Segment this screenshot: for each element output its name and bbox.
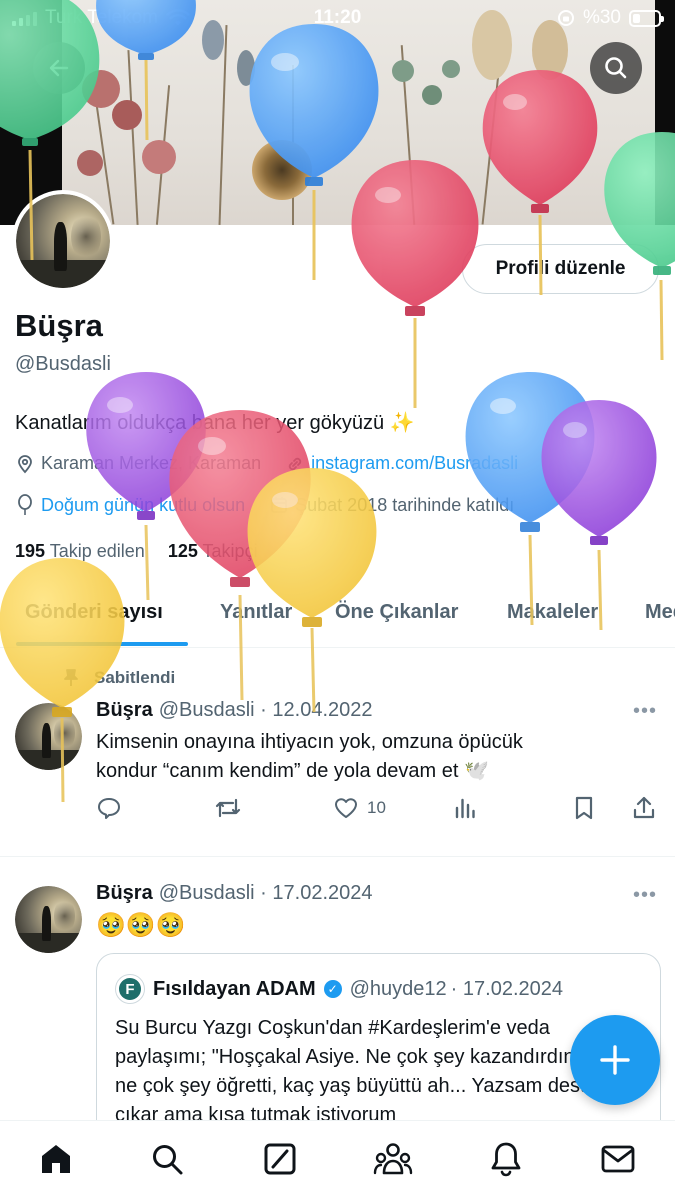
bookmark-button[interactable] — [572, 795, 596, 821]
profile-avatar[interactable] — [12, 190, 114, 292]
post-header: Büşra @Busdasli · 12.04.2022 — [96, 699, 373, 722]
profile-bio: Kanatlarım oldukça bana her yer gökyüzü … — [15, 412, 415, 434]
home-icon — [42, 1145, 70, 1173]
post-actions: 10 — [96, 795, 661, 825]
edit-profile-button[interactable]: Profili düzenle — [462, 244, 659, 294]
more-options-icon[interactable]: ••• — [633, 884, 657, 907]
quote-date: · 17.02.2024 — [450, 977, 563, 1000]
post-text-line: kondur “canım kendim” de yola devam et 🕊… — [96, 760, 489, 782]
tab-posts[interactable]: Gönderi sayısı — [25, 601, 163, 624]
compose-button[interactable] — [570, 1015, 660, 1105]
following-count: 195 — [15, 541, 46, 561]
location-icon — [18, 454, 32, 473]
post-date: · 17.02.2024 — [260, 882, 373, 904]
avatar: F — [115, 974, 145, 1004]
post-handle: @Busdasli — [158, 882, 255, 904]
nav-home[interactable] — [36, 1139, 76, 1179]
nav-communities[interactable] — [373, 1139, 413, 1179]
battery-percent: %30 — [582, 7, 621, 28]
followers-count: 125 — [167, 541, 198, 561]
share-button[interactable] — [631, 795, 657, 821]
share-icon — [633, 796, 655, 819]
profile-name: Büşra — [15, 308, 103, 343]
profile-meta-row: Karaman Merkez, Karaman instagram.com/Bu… — [15, 453, 518, 474]
messages-icon — [601, 1145, 635, 1173]
profile-joined: Şubat 2018 tarihinde katıldı — [295, 494, 515, 515]
battery-icon — [629, 9, 664, 27]
plus-icon — [600, 1045, 630, 1075]
like-button[interactable]: 10 — [333, 795, 386, 821]
nav-search[interactable] — [147, 1139, 187, 1179]
more-options-icon[interactable]: ••• — [633, 700, 657, 723]
tab-replies[interactable]: Yanıtlar — [220, 601, 292, 624]
quote-handle: @huyde12 — [349, 977, 447, 1000]
repost-icon — [215, 798, 241, 818]
quote-text: Su Burcu Yazgı Coşkun'dan #Kardeşlerim'e… — [115, 1017, 631, 1126]
communities-icon — [373, 1143, 413, 1175]
bottom-navigation — [0, 1120, 675, 1200]
search-icon — [605, 57, 627, 79]
tab-highlights[interactable]: Öne Çıkanlar — [335, 601, 458, 624]
status-bar: Turk Telekom 11:20 %30 — [0, 0, 675, 36]
profile-location: Karaman Merkez, Karaman — [41, 453, 262, 473]
nav-messages[interactable] — [598, 1139, 638, 1179]
post-author[interactable]: Büşra — [96, 699, 153, 721]
post-author[interactable]: Büşra — [96, 882, 153, 904]
post-text: Kimsenin onayına ihtiyacın yok, omzuna ö… — [96, 728, 636, 786]
post-date: · 12.04.2022 — [260, 699, 373, 721]
views-icon — [455, 798, 475, 819]
avatar[interactable] — [15, 703, 82, 770]
reply-button[interactable] — [96, 795, 122, 821]
following-link[interactable]: 195 Takip edilen — [15, 541, 145, 561]
nav-grok[interactable] — [260, 1139, 300, 1179]
pinned-text: Sabitlendi — [94, 668, 176, 687]
post-text: 🥹🥹🥹 — [96, 912, 186, 939]
follow-stats: 195 Takip edilen 125 Takipçi — [15, 541, 258, 562]
profile-tabs: Gönderi sayısı Yanıtlar Öne Çıkanlar Mak… — [0, 586, 675, 648]
orientation-lock-icon — [557, 10, 574, 26]
views-button[interactable] — [453, 795, 477, 821]
birthday-link[interactable]: Doğum günün kutlu olsun — [41, 495, 245, 516]
calendar-icon — [271, 497, 288, 513]
back-button[interactable] — [33, 42, 85, 94]
heart-icon — [335, 798, 357, 818]
notifications-icon — [491, 1142, 521, 1177]
balloon-icon — [86, 372, 206, 601]
quote-author: Fısıldayan ADAM — [153, 977, 316, 1000]
grok-icon — [264, 1143, 296, 1175]
verified-badge-icon: ✓ — [323, 980, 342, 998]
profile-handle: @Busdasli — [15, 353, 111, 375]
repost-button[interactable] — [214, 795, 242, 821]
link-icon — [288, 457, 302, 470]
post-text-line: Kimsenin onayına ihtiyacın yok, omzuna ö… — [96, 731, 523, 753]
pin-icon — [64, 669, 78, 686]
search-icon — [153, 1145, 183, 1175]
like-count: 10 — [367, 798, 386, 817]
followers-link[interactable]: 125 Takipçi — [168, 541, 258, 561]
post-handle: @Busdasli — [158, 699, 255, 721]
pinned-label: Sabitlendi — [62, 668, 175, 688]
nav-notifications[interactable] — [486, 1139, 526, 1179]
profile-meta-row: Doğum günün kutlu olsun Şubat 2018 tarih… — [15, 494, 514, 516]
avatar[interactable] — [15, 886, 82, 953]
bookmark-icon — [575, 796, 593, 820]
followers-label: Takipçi — [202, 541, 258, 561]
tab-articles[interactable]: Makaleler — [507, 601, 598, 624]
balloon-icon — [18, 494, 32, 515]
post-divider — [0, 856, 675, 857]
post-header: Büşra @Busdasli · 17.02.2024 — [96, 882, 373, 905]
reply-icon — [98, 798, 120, 819]
arrow-left-icon — [49, 59, 69, 77]
search-button[interactable] — [590, 42, 642, 94]
tab-media[interactable]: Medya — [645, 601, 675, 624]
tab-active-indicator — [16, 642, 188, 646]
profile-website-link[interactable]: instagram.com/Busradasli — [311, 453, 518, 474]
following-label: Takip edilen — [49, 541, 145, 561]
